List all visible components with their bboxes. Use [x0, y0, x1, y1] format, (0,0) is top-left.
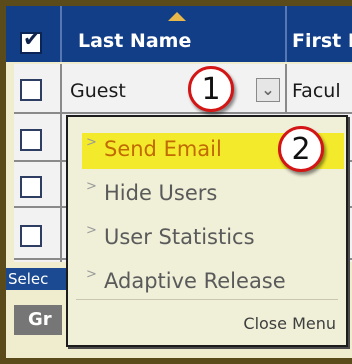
cell-last-name: Guest — [70, 80, 126, 102]
chevron-right-icon: > — [86, 267, 97, 282]
select-label: Selec — [8, 270, 49, 288]
menu-item-user-statistics[interactable]: > User Statistics — [82, 221, 344, 257]
header-divider — [60, 6, 62, 62]
menu-item-hide-users[interactable]: > Hide Users — [82, 177, 344, 213]
row-checkbox[interactable] — [20, 79, 42, 101]
select-all-checkbox[interactable]: ✔ — [20, 27, 42, 54]
chevron-right-icon: > — [86, 179, 97, 194]
column-divider — [285, 64, 287, 114]
menu-item-adaptive-release[interactable]: > Adaptive Release — [82, 265, 344, 301]
menu-item-label: Send Email — [104, 137, 222, 161]
callout-marker-2: 2 — [278, 126, 324, 172]
checkmark-icon: ✔ — [23, 27, 41, 51]
column-header-first-name[interactable]: First I — [292, 30, 352, 52]
close-menu-link[interactable]: Close Menu — [243, 314, 336, 333]
chevron-right-icon: > — [86, 223, 97, 238]
menu-item-label: Adaptive Release — [104, 269, 286, 293]
cell-first-name: Facul — [292, 80, 341, 102]
callout-marker-1: 1 — [188, 66, 234, 112]
header-divider — [285, 6, 287, 62]
column-header-last-name[interactable]: Last Name — [78, 30, 191, 52]
row-checkbox[interactable] — [20, 176, 42, 198]
grid-button[interactable]: Gr — [14, 305, 62, 335]
menu-divider — [76, 299, 338, 300]
column-divider — [60, 64, 62, 262]
chevron-down-icon: ⌄ — [261, 80, 275, 99]
row-divider — [14, 112, 352, 114]
row-checkbox[interactable] — [20, 225, 42, 247]
menu-item-label: User Statistics — [104, 225, 255, 249]
chevron-right-icon: > — [86, 135, 97, 150]
select-bar[interactable]: Selec — [6, 268, 70, 290]
row-options-button[interactable]: ⌄ — [256, 78, 280, 102]
row-checkbox[interactable] — [20, 129, 42, 151]
menu-item-label: Hide Users — [104, 181, 218, 205]
sort-ascending-icon[interactable] — [168, 12, 186, 21]
